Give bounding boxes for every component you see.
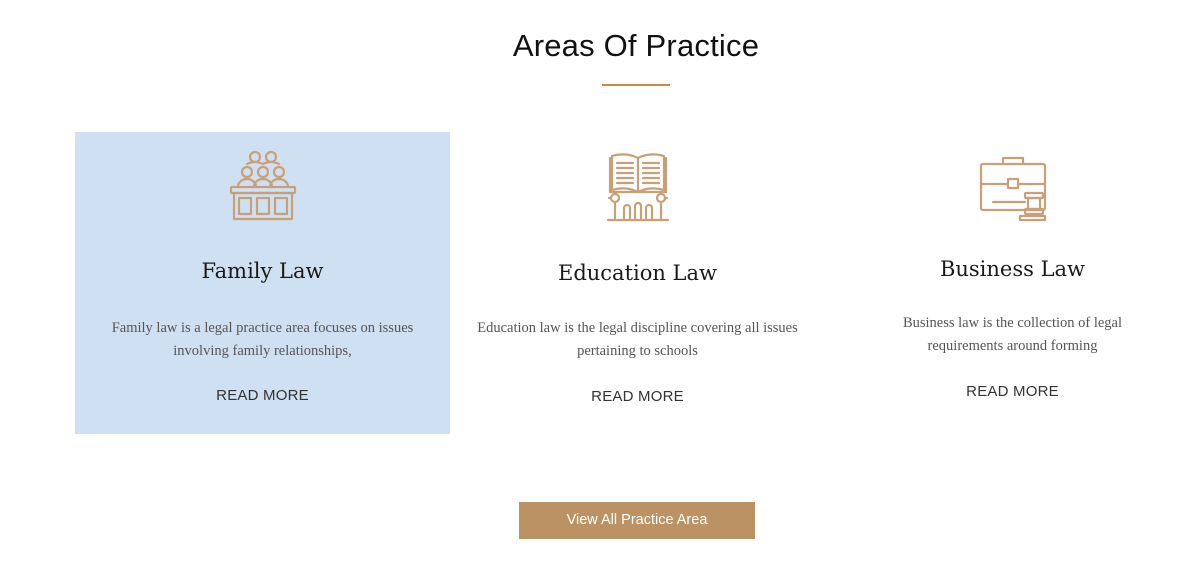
practice-card-education-law[interactable]: Education Law Education law is the legal… bbox=[450, 132, 825, 434]
read-more-link[interactable]: READ MORE bbox=[825, 383, 1200, 400]
practice-card-business-law[interactable]: Business Law Business law is the collect… bbox=[825, 132, 1200, 434]
title-underline bbox=[602, 84, 670, 86]
card-title: Business Law bbox=[939, 257, 1086, 281]
card-description: Family law is a legal practice area focu… bbox=[111, 320, 414, 359]
view-all-practice-area-button[interactable]: View All Practice Area bbox=[519, 502, 755, 539]
read-more-link[interactable]: READ MORE bbox=[450, 388, 825, 405]
section-title: Areas Of Practice bbox=[512, 28, 760, 63]
read-more-link[interactable]: READ MORE bbox=[75, 387, 450, 404]
family-group-icon bbox=[223, 148, 303, 228]
card-description: Education law is the legal discipline co… bbox=[477, 320, 798, 359]
card-description: Business law is the collection of legal … bbox=[902, 315, 1123, 354]
card-title: Family Law bbox=[201, 259, 324, 283]
briefcase-gavel-icon bbox=[973, 152, 1053, 232]
card-title: Education Law bbox=[557, 261, 718, 285]
practice-card-family-law[interactable]: Family Law Family law is a legal practic… bbox=[75, 132, 450, 434]
open-book-pillars-icon bbox=[598, 150, 678, 230]
